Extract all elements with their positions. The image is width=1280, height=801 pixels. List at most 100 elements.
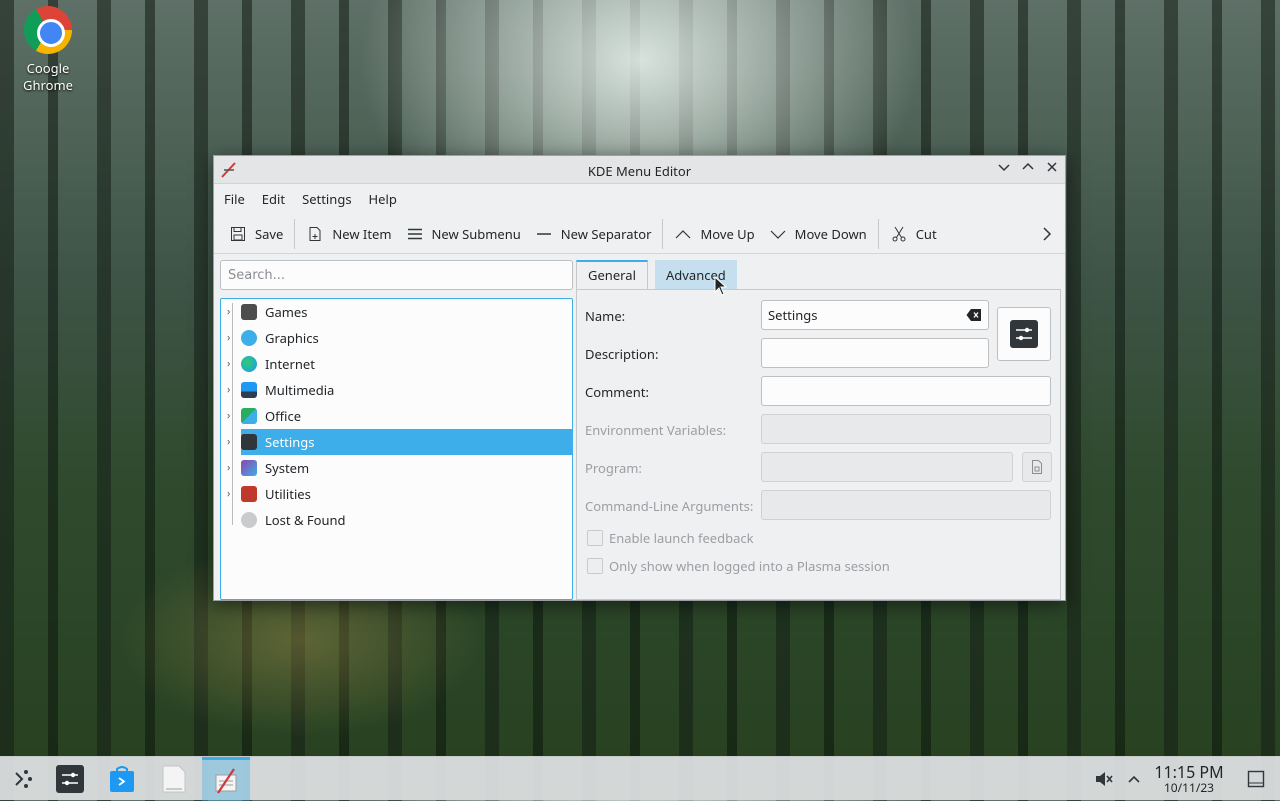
chrome-icon [24,6,72,54]
tree-item-label: Lost & Found [265,511,346,529]
expand-arrow-icon[interactable]: › [227,306,239,318]
cut-button[interactable]: Cut [883,218,944,250]
clock-date: 10/11/23 [1163,779,1215,796]
kde-menu-editor-window: KDE Menu Editor File Edit Settings Help … [213,155,1066,601]
program-label: Program: [585,459,642,477]
menu-edit[interactable]: Edit [256,190,291,208]
digital-clock[interactable]: 11:15 PM 10/11/23 [1150,763,1228,795]
menu-editor-app-icon [215,767,237,794]
comment-field[interactable] [761,376,1051,406]
save-button[interactable]: Save [222,218,290,250]
taskbar-file-manager[interactable] [150,757,198,801]
toolbar-separator [662,218,664,249]
show-desktop-button[interactable] [1236,757,1276,801]
tree-item-games[interactable]: › Games [227,299,572,325]
application-launcher-button[interactable] [0,757,48,801]
office-icon [241,408,257,424]
general-tab-content: Name: Settings Description: Comment: Env… [576,289,1061,600]
menu-settings[interactable]: Settings [296,190,357,208]
item-icon-button[interactable] [997,307,1051,361]
desktop-icon-chrome[interactable]: Coogle Ghrome [8,6,88,94]
tree-item-utilities[interactable]: › Utilities [227,481,572,507]
expand-arrow-icon[interactable]: › [227,358,239,370]
tree-item-graphics[interactable]: › Graphics [227,325,572,351]
system-icon [241,460,257,476]
system-tray-expand-button[interactable] [1120,757,1148,801]
expand-arrow-icon[interactable]: › [227,462,239,474]
close-button[interactable] [1042,160,1062,180]
menu-help[interactable]: Help [363,190,403,208]
command-line-arguments-field[interactable] [761,490,1051,520]
menu-bar: File Edit Settings Help [214,184,1065,214]
save-label: Save [255,224,284,243]
tree-item-multimedia[interactable]: › Multimedia [227,377,572,403]
tab-general[interactable]: General [576,260,648,290]
title-bar[interactable]: KDE Menu Editor [214,156,1065,184]
file-icon [1032,460,1042,474]
menu-file[interactable]: File [218,190,251,208]
comment-label: Comment: [585,383,649,401]
expand-arrow-icon[interactable]: › [227,384,239,396]
name-value: Settings [768,306,818,324]
description-label: Description: [585,345,659,363]
tree-item-label: Utilities [265,485,311,503]
expand-arrow-icon[interactable]: › [227,332,239,344]
minimize-button[interactable] [994,160,1014,180]
chevron-right-icon [1043,227,1052,241]
clear-text-icon[interactable] [966,308,982,322]
new-submenu-button[interactable]: New Submenu [399,218,528,250]
description-field[interactable] [761,338,989,368]
menu-tree: › Games › Graphics › Internet › Multimed… [220,298,573,600]
move-down-button[interactable]: Move Down [762,218,874,250]
taskbar-kde-menu-editor[interactable] [202,757,250,801]
expand-arrow-icon[interactable]: › [227,436,239,448]
toolbox-icon [241,486,257,502]
tree-item-settings[interactable]: › Settings [227,429,572,455]
tree-item-lost-and-found[interactable]: Lost & Found [241,507,572,533]
separator-icon [535,225,553,243]
arrow-up-icon [674,225,692,243]
search-input[interactable] [220,260,573,290]
cut-label: Cut [915,224,937,243]
tree-item-internet[interactable]: › Internet [227,351,572,377]
new-separator-button[interactable]: New Separator [528,218,659,250]
plasma-only-checkbox[interactable] [587,558,603,574]
move-up-button[interactable]: Move Up [667,218,761,250]
tree-item-label: System [265,459,310,477]
tree-item-label: Settings [265,433,315,451]
settings-sliders-icon [241,434,257,450]
launch-feedback-checkbox[interactable] [587,530,603,546]
properties-panel: General Advanced Name: Settings Descript… [576,260,1061,600]
shopping-bag-icon [110,766,134,792]
new-item-button[interactable]: New Item [299,218,398,250]
tree-item-label: Graphics [265,329,319,347]
name-field[interactable]: Settings [761,300,989,330]
new-submenu-label: New Submenu [431,224,521,243]
toolbar-overflow-button[interactable] [1037,222,1057,246]
taskbar-discover[interactable] [98,757,146,801]
tree-item-office[interactable]: › Office [227,403,572,429]
tree-item-label: Games [265,303,308,321]
maximize-button[interactable] [1018,160,1038,180]
move-up-label: Move Up [700,224,755,243]
gamepad-icon [241,304,257,320]
program-field[interactable] [761,452,1013,482]
graphics-icon [241,330,257,346]
tab-bar: General Advanced [576,260,1061,290]
toolbar: Save New Item New Submenu New Separator … [214,214,1065,254]
new-document-icon [306,225,324,243]
name-label: Name: [585,307,626,325]
taskbar-system-settings[interactable] [46,757,94,801]
expand-arrow-icon[interactable]: › [227,410,239,422]
desktop-icon-label: Coogle Ghrome [23,59,73,94]
tree-item-system[interactable]: › System [227,455,572,481]
command-line-arguments-label: Command-Line Arguments: [585,497,754,515]
launch-feedback-label: Enable launch feedback [609,529,754,547]
environment-variables-field[interactable] [761,414,1051,444]
menu-icon [406,225,424,243]
expand-arrow-icon[interactable]: › [227,488,239,500]
browse-program-button[interactable] [1022,452,1052,482]
kde-launcher-icon [15,770,32,788]
save-icon [229,225,247,243]
scissors-icon [890,225,908,243]
